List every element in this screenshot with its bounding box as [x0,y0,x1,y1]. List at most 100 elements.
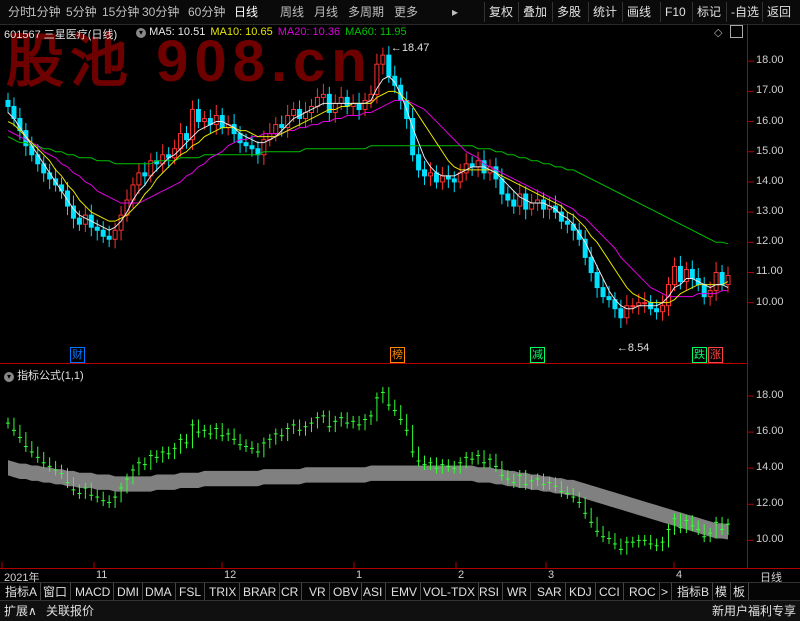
candle-body-117 [701,284,707,298]
candle-body-64 [386,54,392,77]
candle-body-90 [541,199,547,210]
candle-body-40 [243,142,249,147]
candle-body-35 [213,115,219,126]
candle-body-98 [588,256,594,273]
candle-body-62 [374,63,380,95]
related-quote-button[interactable]: 关联报价 [46,603,94,619]
event-marker-0[interactable]: 财 [70,347,85,363]
indicator-tab-23[interactable]: 板 [730,583,750,601]
indicator-tab-9[interactable]: VR [306,583,330,601]
candle-body-112 [671,265,677,286]
indicator-tab-11[interactable]: ASI [360,583,387,601]
candle-body-52 [314,96,320,107]
candle-body-107 [642,302,648,305]
candlestick-chart[interactable]: ←18.47 ←8.54 [0,0,800,568]
candle-body-110 [660,305,666,313]
date-label-1: 11 [96,569,108,581]
indicator-tab-bar: 指标A 窗口 MACD DMI DMA FSL TRIX BRAR CR VR OBV ASI EMV V… [0,582,800,601]
indicator-tab-17[interactable]: KDJ [566,583,596,601]
candle-body-15 [94,226,100,231]
candle-body-48 [291,108,297,117]
candle-body-16 [100,229,106,237]
candle-body-53 [320,93,326,98]
event-marker-2[interactable]: 减 [530,347,545,363]
indicator-tab-15[interactable]: WR [504,583,531,601]
new-user-promo[interactable]: 新用户福利专享 [712,603,796,619]
candle-body-60 [362,99,368,110]
expand-button[interactable]: 扩展∧ [4,603,37,619]
indicator-tab-14[interactable]: RSI [476,583,504,601]
candle-body-18 [112,229,118,240]
ma10-line [7,90,729,304]
event-marker-1[interactable]: 榜 [390,347,405,363]
candle-body-119 [713,271,719,292]
indicator-tab-16[interactable]: SAR [534,583,566,601]
candle-body-103 [618,308,624,319]
candle-body-73 [439,175,445,183]
ma20-line [7,99,728,298]
indicator-tab-3[interactable]: DMI [114,583,143,601]
candle-body-72 [433,172,439,183]
indicator-tab-20[interactable]: > [658,583,673,601]
event-marker-4[interactable]: 涨 [708,347,723,363]
candle-body-30 [184,133,190,141]
candle-body-39 [237,133,243,144]
candle-body-17 [106,235,112,240]
event-marker-3[interactable]: 跌 [692,347,707,363]
indicator-tab-1[interactable]: 窗口 [40,583,72,601]
candle-body-55 [332,102,338,113]
candle-body-99 [594,271,600,289]
candle-body-88 [529,202,535,210]
ma5-line [7,75,729,310]
candle-body-23 [142,172,148,177]
date-label-2: 12 [224,569,237,581]
candle-body-75 [451,178,457,183]
indicator-tab-4[interactable]: DMA [142,583,176,601]
indicator-tab-22[interactable]: 模 [712,583,732,601]
candle-body-29 [178,133,184,150]
candle-body-59 [356,102,362,110]
low-price-label: ←8.54 [617,342,649,354]
candle-body-105 [630,305,636,308]
candle-body-77 [463,163,469,174]
candle-body-41 [249,145,255,150]
candle-body-12 [76,217,82,225]
candle-body-69 [416,154,422,171]
candle-body-32 [195,108,201,123]
indicator-tab-13[interactable]: VOL-TDX [420,583,480,601]
indicator-tab-21[interactable]: 指标B [674,583,714,601]
candle-body-100 [600,287,606,298]
indicator-tab-18[interactable]: CCI [596,583,624,601]
indicator-tab-12[interactable]: EMV [388,583,422,601]
candle-body-49 [297,108,303,120]
indicator-tab-10[interactable]: OBV [330,583,363,601]
indicator-tab-5[interactable]: FSL [176,583,206,601]
indicator-tab-19[interactable]: ROC [626,583,660,601]
candle-body-121 [725,275,731,286]
candle-body-11 [70,205,76,219]
candle-body-76 [457,172,463,183]
candle-body-57 [344,96,350,107]
candle-body-120 [719,271,725,286]
candle-body-63 [380,54,386,65]
indicator-tab-0[interactable]: 指标A [2,583,42,601]
candle-body-56 [338,96,344,104]
date-label-6: 4 [676,569,683,581]
candle-body-33 [201,118,207,123]
indicator-tab-8[interactable]: CR [278,583,303,601]
candle-body-83 [499,178,505,195]
candle-body-71 [427,172,433,177]
indicator-band [8,460,728,540]
candle-body-79 [475,160,481,168]
date-label-5: 3 [548,569,555,581]
candle-body-94 [564,220,570,225]
indicator-tab-6[interactable]: TRIX [206,583,241,601]
indicator-tab-7[interactable]: BRAR [240,583,281,601]
candle-body-113 [677,265,683,283]
candle-body-101 [606,296,612,301]
candle-body-46 [279,124,285,129]
candle-body-13 [82,214,88,225]
indicator-tab-2[interactable]: MACD [72,583,115,601]
date-axis: 2021年 11 12 1 2 3 4 日线 [0,568,800,584]
candle-body-45 [273,124,279,135]
